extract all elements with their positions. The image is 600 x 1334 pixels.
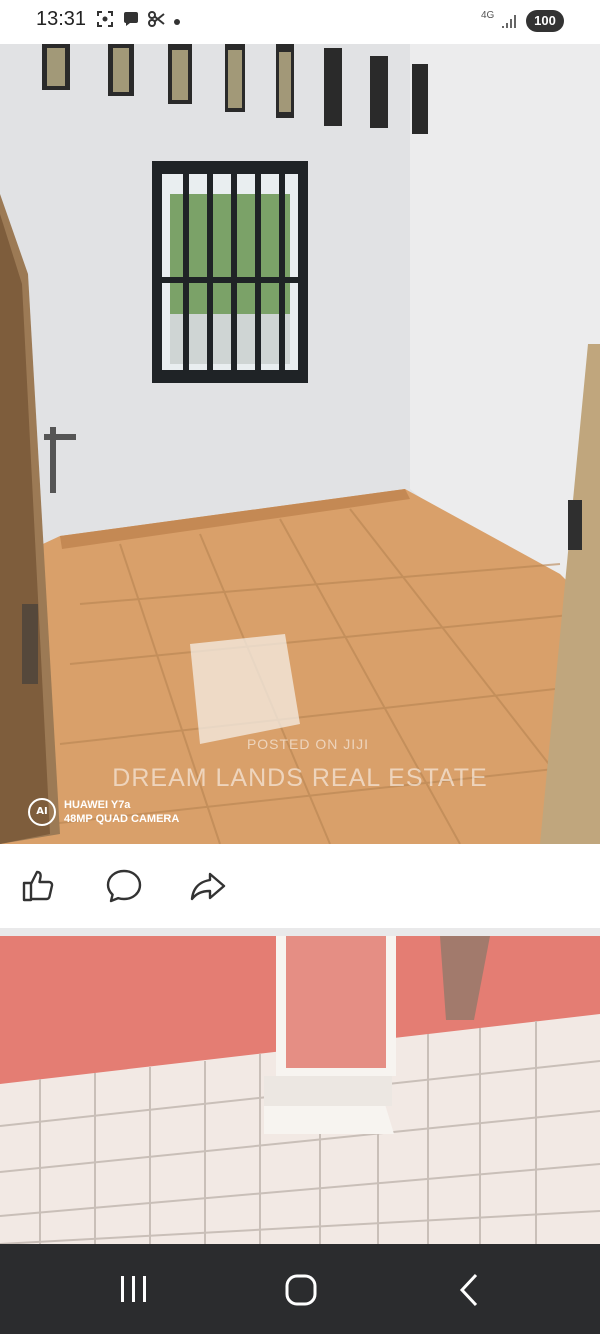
home-button[interactable] [279, 1268, 323, 1312]
recents-button[interactable] [112, 1268, 156, 1312]
status-notification-icons [96, 10, 180, 28]
camera-model: HUAWEI Y7a [64, 799, 131, 811]
recents-icon [121, 1276, 146, 1302]
status-time: 13:31 [36, 8, 87, 30]
comment-bubble-icon [106, 869, 142, 903]
post-divider [0, 928, 600, 936]
watermark-posted-on: POSTED ON JIJI [246, 736, 370, 752]
network-type: 4G [481, 10, 495, 21]
thumbs-up-icon [22, 870, 54, 902]
chat-bubble-icon [122, 10, 140, 28]
system-nav-bar [0, 1244, 600, 1334]
post-photo-room[interactable]: POSTED ON JIJI DREAM LANDS REAL ESTATE A… [0, 44, 600, 844]
screenshot-icon [96, 10, 114, 28]
like-button[interactable] [18, 864, 62, 908]
watermark-brand: DREAM LANDS REAL ESTATE [112, 764, 488, 792]
camera-badge: AI HUAWEI Y7a 48MP QUAD CAMERA [28, 798, 179, 826]
post-action-bar [0, 844, 600, 928]
camera-spec: 48MP QUAD CAMERA [64, 813, 180, 825]
room-image [0, 44, 600, 844]
share-arrow-icon [190, 872, 226, 901]
share-button[interactable] [186, 864, 230, 908]
home-icon [285, 1274, 317, 1306]
camera-logo-icon: AI [28, 798, 56, 826]
comment-button[interactable] [102, 864, 146, 908]
back-button[interactable] [448, 1268, 492, 1312]
battery-indicator: 100 [526, 10, 564, 32]
notification-dot [174, 19, 180, 25]
bathroom-image [0, 936, 600, 1244]
camera-info: HUAWEI Y7a 48MP QUAD CAMERA [64, 798, 179, 826]
scissors-icon [148, 10, 166, 28]
back-chevron-icon [459, 1273, 478, 1307]
post-photo-bathroom[interactable] [0, 936, 600, 1244]
status-bar: 13:31 4G 100 [0, 0, 600, 44]
signal-icon [502, 15, 516, 28]
